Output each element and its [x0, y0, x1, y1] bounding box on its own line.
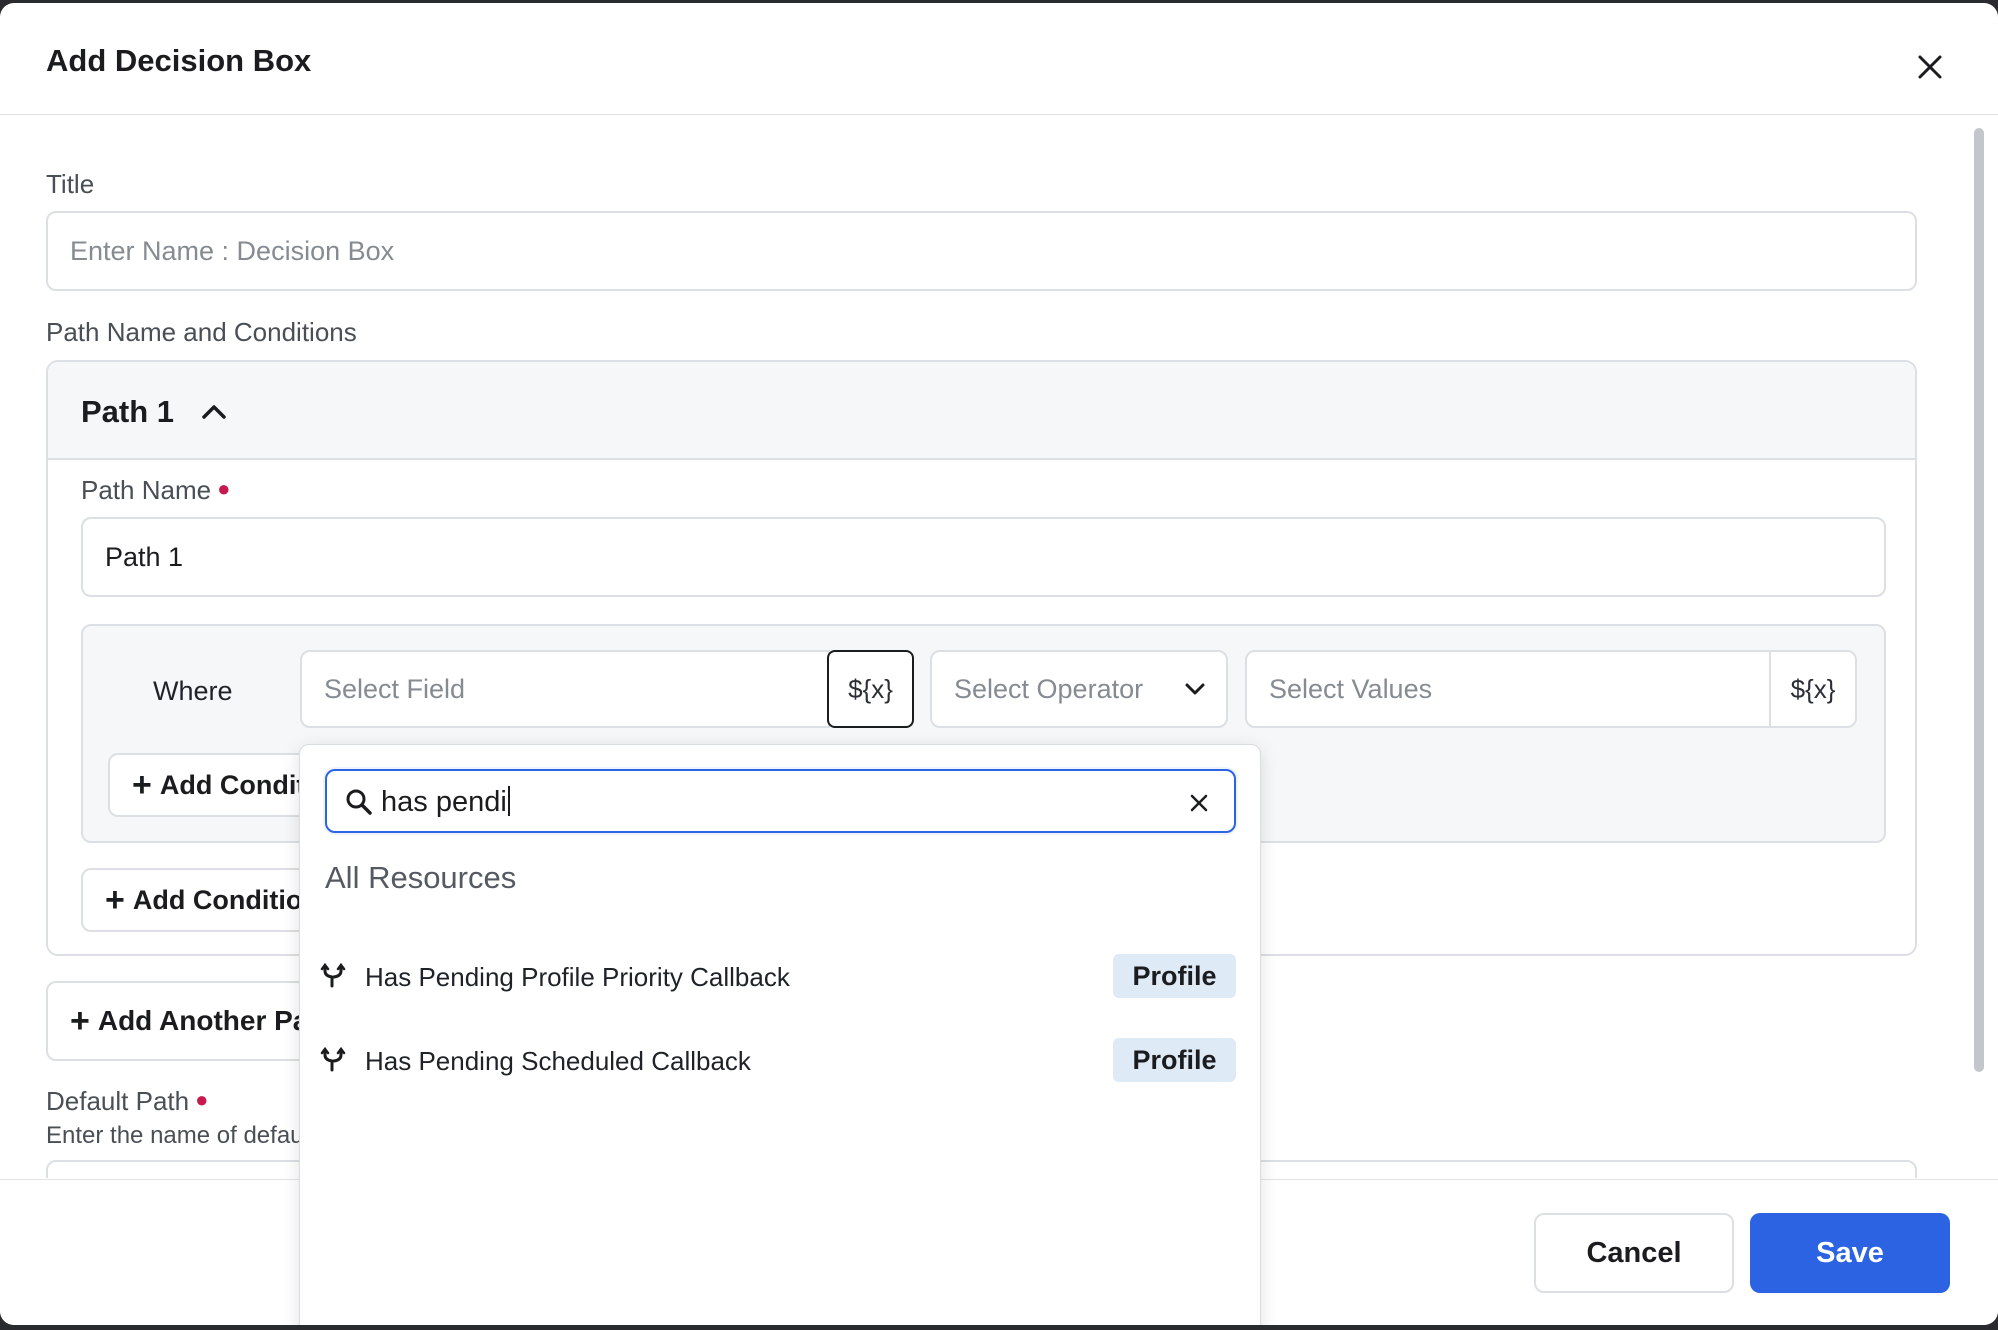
select-operator-placeholder: Select Operator	[954, 673, 1144, 704]
resource-item[interactable]: Has Pending Profile Priority Callback Pr…	[300, 942, 1260, 1012]
field-search-dropdown: has pendi All Resources Has Pending Prof…	[299, 744, 1261, 1325]
branch-icon	[320, 962, 346, 988]
chevron-up-icon[interactable]	[198, 396, 230, 428]
search-value: has pendi	[381, 786, 510, 819]
default-path-label: Default Path ●	[46, 1086, 209, 1116]
close-icon	[1918, 55, 1942, 79]
add-condition-button[interactable]: +Add Condition	[108, 753, 308, 817]
select-operator-dropdown[interactable]: Select Operator	[930, 650, 1228, 728]
chevron-down-icon	[1185, 683, 1205, 695]
select-values-placeholder: Select Values	[1269, 673, 1433, 704]
path-header[interactable]: Path 1	[48, 362, 1915, 460]
clear-icon[interactable]	[1187, 791, 1211, 815]
path-name-label: Path Name ●	[81, 475, 231, 505]
add-another-path-button[interactable]: + Add Another Path	[46, 981, 326, 1061]
path-name-value: Path 1	[105, 541, 184, 572]
plus-icon: +	[105, 881, 125, 919]
where-label: Where	[153, 676, 233, 706]
add-condition-label: Add Condition	[159, 769, 306, 800]
title-input[interactable]: Enter Name : Decision Box	[46, 211, 1917, 291]
title-label: Title	[46, 169, 95, 199]
modal-title: Add Decision Box	[46, 43, 312, 78]
path-section-label: Path Name and Conditions	[46, 317, 357, 347]
resource-item[interactable]: Has Pending Scheduled Callback Profile	[300, 1026, 1260, 1096]
cancel-button[interactable]: Cancel	[1534, 1213, 1734, 1293]
field-variable-button[interactable]: ${x}	[827, 650, 914, 728]
add-another-path-label: Add Another Path	[97, 1005, 326, 1036]
select-field-input[interactable]: Select Field	[300, 650, 830, 728]
branch-icon	[320, 1046, 346, 1072]
resource-item-label: Has Pending Profile Priority Callback	[365, 962, 790, 992]
search-icon	[346, 789, 372, 815]
required-dot: ●	[217, 476, 231, 501]
values-variable-button[interactable]: ${x}	[1769, 652, 1855, 726]
save-button[interactable]: Save	[1750, 1213, 1950, 1293]
scrollbar[interactable]	[1974, 128, 1984, 1072]
resource-item-label: Has Pending Scheduled Callback	[365, 1046, 751, 1076]
all-resources-heading: All Resources	[325, 860, 517, 895]
modal-header: Add Decision Box	[0, 3, 1998, 115]
path-name-input[interactable]: Path 1	[81, 517, 1886, 597]
resource-type-badge: Profile	[1113, 1038, 1236, 1082]
resource-type-badge: Profile	[1113, 954, 1236, 998]
close-button[interactable]	[1910, 47, 1950, 87]
add-decision-box-modal: Add Decision Box Title Enter Name : Deci…	[0, 3, 1998, 1325]
search-input[interactable]: has pendi	[325, 769, 1236, 833]
path-header-title: Path 1	[81, 394, 175, 429]
plus-icon: +	[132, 766, 152, 804]
title-placeholder: Enter Name : Decision Box	[70, 235, 395, 266]
required-dot: ●	[195, 1087, 209, 1112]
select-field-placeholder: Select Field	[324, 673, 466, 704]
plus-icon: +	[70, 1002, 90, 1040]
select-values-input[interactable]: Select Values	[1245, 650, 1857, 728]
